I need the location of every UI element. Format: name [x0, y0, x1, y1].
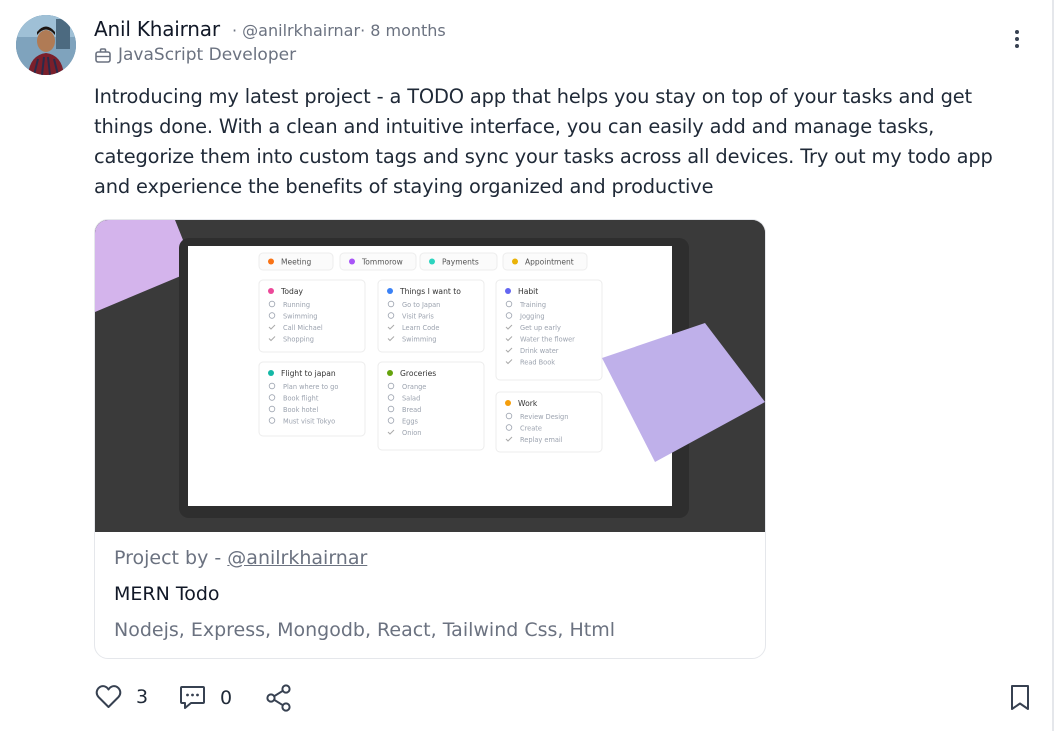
- preview-list-item: Shopping: [283, 336, 314, 344]
- author-avatar[interactable]: [16, 15, 76, 75]
- preview-list-item: Must visit Tokyo: [283, 418, 335, 426]
- more-options-button[interactable]: [1007, 28, 1027, 50]
- preview-list-item: Learn Code: [402, 324, 439, 332]
- preview-list-dot: [505, 400, 511, 406]
- preview-list-title: Habit: [518, 287, 538, 296]
- preview-tag-dot: [429, 258, 435, 265]
- more-vertical-icon: [1015, 30, 1019, 48]
- preview-list-dot: [268, 370, 274, 376]
- preview-list-item: Bread: [402, 406, 421, 414]
- preview-list-dot: [387, 370, 393, 376]
- preview-list-item: Review Design: [520, 413, 568, 421]
- preview-list-title: Work: [518, 399, 538, 408]
- comment-count: 0: [220, 686, 233, 709]
- preview-list-item: Water the flower: [520, 336, 575, 344]
- project-author-line: Project by - @anilrkhairnar: [114, 547, 367, 569]
- preview-list-item: Create: [520, 425, 542, 433]
- preview-list-item: Read Book: [520, 359, 555, 367]
- preview-tag-label: Meeting: [281, 258, 311, 267]
- preview-list-title: Groceries: [400, 369, 436, 378]
- preview-list-item: Swimming: [402, 336, 436, 344]
- preview-list-item: Book hotel: [283, 406, 318, 414]
- project-author-link[interactable]: @anilrkhairnar: [227, 547, 367, 569]
- like-button[interactable]: 3: [95, 684, 148, 709]
- preview-list-item: Book flight: [283, 395, 319, 403]
- project-title[interactable]: MERN Todo: [114, 583, 220, 605]
- bookmark-icon: [1011, 685, 1029, 710]
- preview-tag-label: Payments: [442, 258, 479, 267]
- preview-list-item: Call Michael: [283, 324, 323, 332]
- project-by-prefix: Project by -: [114, 547, 222, 569]
- preview-list-title: Things I want to: [399, 287, 461, 296]
- preview-tag-dot: [268, 258, 274, 265]
- preview-list-item: Eggs: [402, 418, 419, 426]
- preview-list-dot: [505, 288, 511, 294]
- preview-tag-label: Appointment: [525, 258, 574, 267]
- preview-tag-dot: [349, 258, 355, 265]
- heart-icon: [95, 685, 122, 708]
- preview-tag-dot: [512, 258, 518, 265]
- preview-list-item: Swimming: [283, 313, 317, 321]
- preview-list-item: Orange: [402, 383, 426, 391]
- preview-list-item: Salad: [402, 395, 420, 403]
- comment-button[interactable]: 0: [179, 684, 232, 711]
- preview-list-item: Replay email: [520, 436, 563, 444]
- project-tech-stack: Nodejs, Express, Mongodb, React, Tailwin…: [114, 619, 616, 641]
- author-role-label: JavaScript Developer: [118, 45, 297, 65]
- author-name[interactable]: Anil Khairnar: [94, 17, 220, 41]
- project-card[interactable]: Meeting Tommorow Payments Appointment Today R…: [94, 219, 766, 659]
- preview-list-item: Training: [519, 301, 546, 309]
- preview-list-item: Drink water: [520, 347, 559, 355]
- author-role: JavaScript Developer: [95, 45, 296, 65]
- project-preview-image: Meeting Tommorow Payments Appointment Today R…: [95, 220, 765, 532]
- preview-list-item: Visit Paris: [402, 313, 434, 321]
- comment-icon: [180, 686, 205, 709]
- preview-list-title: Flight to japan: [281, 369, 336, 378]
- like-count: 3: [136, 685, 149, 708]
- preview-list-dot: [268, 288, 274, 294]
- briefcase-icon: [95, 47, 111, 63]
- preview-tag-label: Tommorow: [361, 258, 403, 267]
- preview-list-item: Get up early: [520, 324, 561, 332]
- preview-list-item: Plan where to go: [283, 383, 338, 391]
- share-icon: [266, 684, 291, 712]
- author-handle-time: · @anilrkhairnar· 8 months: [232, 21, 446, 40]
- post-body-text: Introducing my latest project - a TODO a…: [94, 85, 993, 198]
- right-divider: [1052, 0, 1054, 731]
- preview-list-item: Onion: [402, 429, 421, 437]
- bookmark-button[interactable]: [1009, 684, 1031, 712]
- preview-list-dot: [387, 288, 393, 294]
- preview-list-title: Today: [280, 287, 303, 296]
- preview-list-item: Running: [283, 301, 310, 309]
- share-button[interactable]: [265, 684, 293, 712]
- preview-list-item: Jogging: [519, 313, 545, 321]
- preview-list-item: Go to Japan: [402, 301, 440, 309]
